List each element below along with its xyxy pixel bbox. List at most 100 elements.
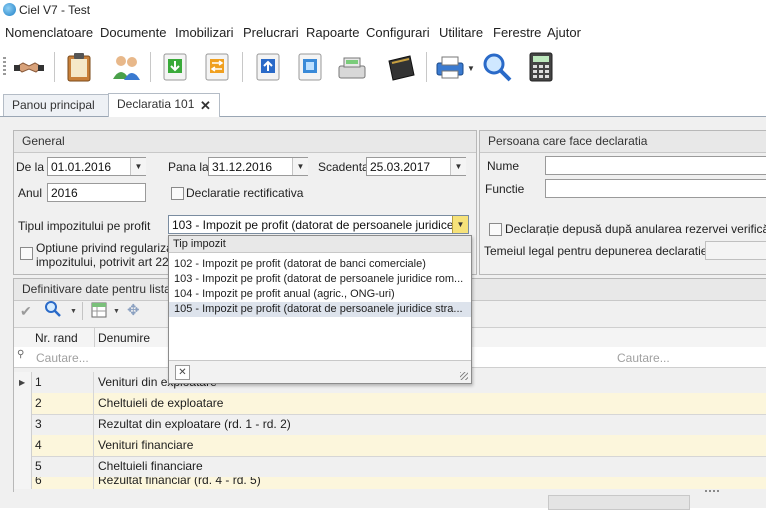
table-row[interactable]: 2 Cheltuieli de exploatare — [14, 393, 766, 415]
menu-ferestre[interactable]: Ferestre — [493, 25, 541, 40]
layout-dropdown-arrow-icon[interactable]: ▼ — [113, 308, 120, 315]
pana-la-label: Pana la — [168, 160, 209, 174]
cell-nr-rand: 4 — [32, 435, 94, 456]
search-dropdown-arrow-icon[interactable]: ▼ — [70, 308, 77, 315]
rectificativa-label: Declaratie rectificativa — [186, 186, 304, 200]
dropdown-option-103[interactable]: 103 - Impozit pe profit (datorat de pers… — [169, 272, 471, 287]
table-row[interactable]: 4 Venituri financiare — [14, 435, 766, 457]
toolbar-grip[interactable] — [3, 57, 6, 75]
filter-denumire-input[interactable]: Cautare... — [617, 351, 670, 365]
menu-nomenclatoare[interactable]: Nomenclatoare — [5, 25, 93, 40]
dropdown-option-105[interactable]: 105 - Impozit pe profit (datorat de pers… — [169, 302, 471, 317]
toolbar-separator — [54, 52, 55, 82]
row-indicator: ▶ — [14, 372, 32, 393]
temeiul-select[interactable] — [705, 241, 766, 260]
cell-denumire: Rezultat financiar (rd. 4 - rd. 5) — [98, 477, 261, 487]
dropdown-clear-icon[interactable]: ✕ — [175, 365, 190, 380]
scadenta-label: Scadenta — [318, 160, 369, 174]
app-logo-icon — [3, 3, 16, 16]
functie-label: Functie — [485, 182, 525, 196]
depusa-checkbox[interactable] — [489, 223, 502, 236]
table-row[interactable]: 3 Rezultat din exploatare (rd. 1 - rd. 2… — [14, 414, 766, 436]
nume-input[interactable] — [545, 156, 766, 175]
orange-transfer-icon[interactable] — [200, 50, 234, 84]
cell-denumire: Cheltuieli de exploatare — [98, 396, 224, 410]
menu-imobilizari[interactable]: Imobilizari — [175, 25, 234, 40]
toolbar-separator — [82, 302, 83, 320]
optiune-checkbox[interactable] — [20, 247, 33, 260]
clipboard-icon[interactable] — [62, 50, 96, 84]
persoana-group-header: Persoana care face declaratia — [480, 131, 766, 153]
de-la-dropdown-icon[interactable]: ▼ — [130, 158, 146, 175]
row-indicator — [14, 414, 32, 435]
cell-nr-rand: 1 — [32, 372, 94, 393]
window-title: Ciel V7 - Test — [19, 3, 91, 17]
row-indicator — [14, 456, 32, 477]
current-row-arrow-icon: ▶ — [19, 378, 26, 387]
printer-icon[interactable] — [433, 50, 467, 84]
row-indicator — [14, 435, 32, 456]
toolbar-separator — [242, 52, 243, 82]
cash-register-icon[interactable] — [335, 50, 369, 84]
cell-nr-rand: 3 — [32, 414, 94, 435]
column-header-nr-rand[interactable]: Nr. rand — [35, 331, 78, 345]
handshake-icon[interactable] — [12, 50, 46, 84]
splitter-grip[interactable] — [705, 490, 719, 492]
depusa-label: Declarație depusă după anularea rezervei… — [505, 222, 766, 236]
general-group-header: General — [14, 131, 476, 153]
table-row[interactable]: 5 Cheltuieli financiare — [14, 456, 766, 478]
tip-impozit-select[interactable]: 103 - Impozit pe profit (datorat de pers… — [168, 215, 469, 234]
nume-label: Nume — [487, 159, 520, 173]
optiune-label-line1: Optiune privind regularizare — [36, 241, 184, 255]
dropdown-footer: ✕ — [169, 360, 471, 383]
dropdown-option-102[interactable]: 102 - Impozit pe profit (datorat de banc… — [169, 257, 471, 272]
de-la-label: De la — [16, 160, 45, 174]
users-icon[interactable] — [109, 50, 143, 84]
menu-utilitare[interactable]: Utilitare — [439, 25, 483, 40]
anul-input[interactable]: 2016 — [47, 183, 146, 202]
grid-layout-icon[interactable] — [91, 302, 107, 321]
cell-nr-rand: 2 — [32, 393, 94, 414]
row-indicator — [14, 393, 32, 414]
anul-label: Anul — [18, 186, 43, 200]
search-icon[interactable] — [44, 300, 62, 321]
toolbar-separator — [150, 52, 151, 82]
rectificativa-checkbox[interactable] — [171, 187, 184, 200]
blue-document-icon[interactable] — [293, 50, 327, 84]
tab-close-icon[interactable]: ✕ — [200, 98, 211, 114]
tip-impozit-dropdown-list: Tip impozit 102 - Impozit pe profit (dat… — [168, 235, 472, 384]
cell-denumire: Venituri financiare — [98, 438, 194, 452]
tip-impozit-dropdown-icon[interactable]: ▼ — [452, 216, 468, 233]
move-icon[interactable]: ✥ — [127, 301, 140, 319]
menu-configurari[interactable]: Configurari — [366, 25, 430, 40]
search-magnifier-icon[interactable] — [480, 50, 514, 84]
column-header-denumire[interactable]: Denumire — [98, 331, 150, 345]
table-row[interactable]: 6 Rezultat financiar (rd. 4 - rd. 5) — [14, 477, 766, 489]
menu-prelucrari[interactable]: Prelucrari — [243, 25, 299, 40]
menu-ajutor[interactable]: Ajutor — [547, 25, 581, 40]
pana-la-dropdown-icon[interactable]: ▼ — [292, 158, 308, 175]
filter-nr-input[interactable]: Cautare... — [36, 351, 89, 365]
dropdown-option-104[interactable]: 104 - Impozit pe profit anual (agric., O… — [169, 287, 471, 302]
cell-nr-rand: 5 — [32, 456, 94, 477]
calculator-icon[interactable] — [524, 50, 558, 84]
dropdown-resize-grip-icon[interactable] — [460, 372, 468, 380]
optiune-label-line2: impozitului, potrivit art 225 s — [36, 255, 185, 269]
menu-rapoarte[interactable]: Rapoarte — [306, 25, 359, 40]
row-indicator — [14, 477, 32, 489]
wallet-icon[interactable] — [384, 50, 418, 84]
scadenta-dropdown-icon[interactable]: ▼ — [450, 158, 466, 175]
temeiul-label: Temeiul legal pentru depunerea declarati… — [484, 244, 711, 258]
checkmark-icon[interactable]: ✔ — [20, 303, 32, 320]
toolbar-separator — [426, 52, 427, 82]
green-import-icon[interactable] — [158, 50, 192, 84]
dropdown-column-header: Tip impozit — [169, 236, 471, 253]
tab-panou-principal[interactable]: Panou principal — [3, 94, 112, 116]
cell-denumire: Rezultat din exploatare (rd. 1 - rd. 2) — [98, 417, 291, 431]
blue-export-icon[interactable] — [251, 50, 285, 84]
functie-input[interactable] — [545, 179, 766, 198]
printer-dropdown-arrow-icon[interactable]: ▼ — [467, 64, 475, 73]
tip-impozit-label: Tipul impozitului pe profit — [18, 219, 151, 233]
column-divider — [94, 327, 95, 347]
menu-documente[interactable]: Documente — [100, 25, 166, 40]
